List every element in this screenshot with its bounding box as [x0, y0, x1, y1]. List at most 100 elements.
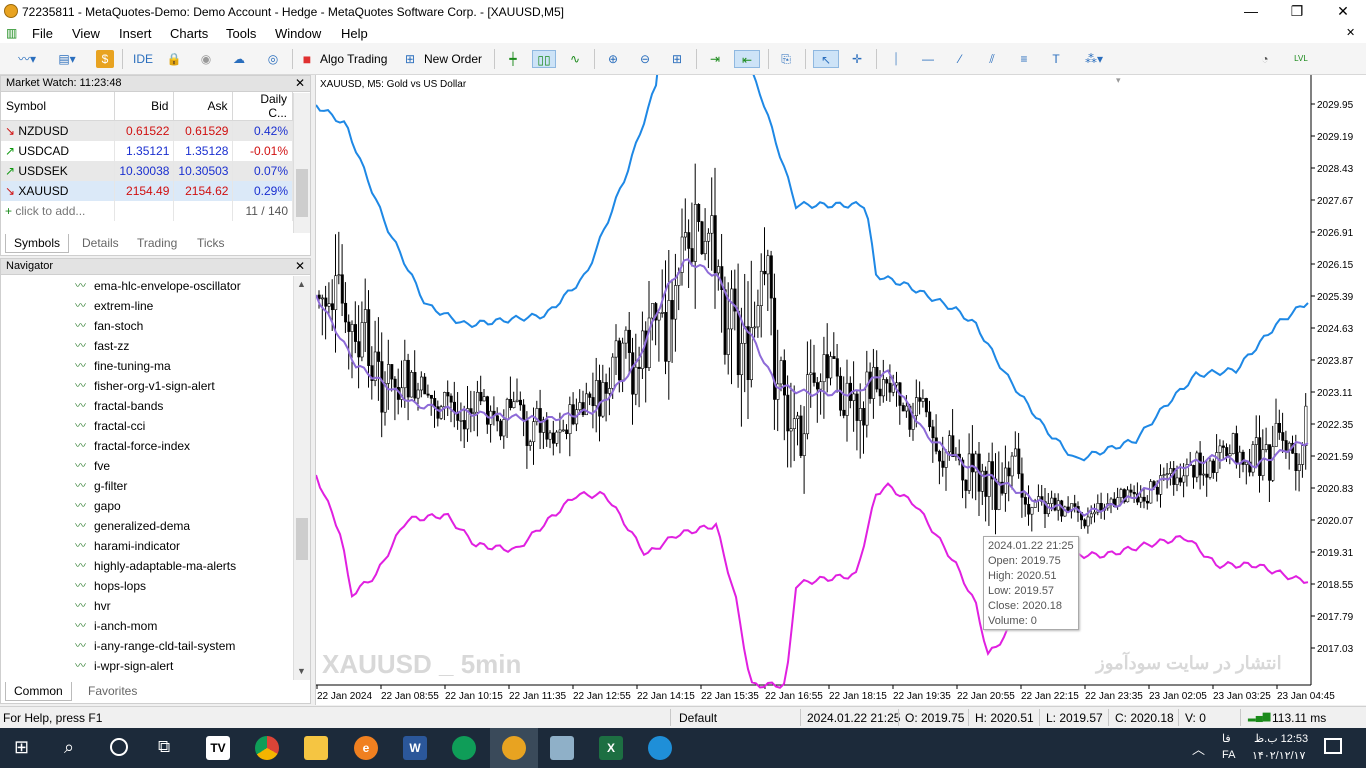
profiles-icon[interactable]: ▤▾: [50, 50, 84, 68]
cloud-icon[interactable]: ☁: [228, 50, 250, 68]
trendline-icon[interactable]: ⁄: [949, 50, 971, 68]
price-chart[interactable]: 2029.95 2029.19 2028.43 2027.67 2026.91 2026.…: [316, 75, 1366, 705]
status-close: C: 2020.18: [1115, 711, 1174, 725]
tab-details[interactable]: Details: [74, 234, 127, 253]
new-order-icon[interactable]: ⊞: [402, 50, 418, 68]
table-row[interactable]: ↘ NZDUSD 0.61522 0.61529 0.42%: [1, 120, 293, 141]
tab-common[interactable]: Common: [5, 682, 72, 701]
col-daily[interactable]: Daily C...: [232, 92, 293, 121]
x-tick-label: 22 Jan 23:35: [1085, 691, 1143, 702]
signal-icon[interactable]: ◉: [196, 50, 216, 68]
svg-text:▾: ▾: [1116, 75, 1121, 85]
browser-e-icon[interactable]: e: [354, 736, 378, 760]
menu-insert[interactable]: Insert: [119, 26, 152, 41]
tray-clock[interactable]: 12:53 ب.ظ: [1254, 732, 1308, 745]
lang-label[interactable]: FA: [1222, 749, 1235, 761]
status-open: O: 2019.75: [905, 711, 965, 725]
chrome-app-icon[interactable]: [452, 736, 476, 760]
candles: [317, 163, 1308, 535]
screenshot-icon[interactable]: ⎘: [775, 50, 797, 68]
indicator-icon: 〰: [75, 500, 86, 512]
minimize-button[interactable]: —: [1228, 0, 1274, 23]
chrome-icon[interactable]: [255, 736, 279, 760]
notification-center-icon[interactable]: [1324, 738, 1342, 754]
text-icon[interactable]: T: [1045, 50, 1067, 68]
indicator-icon: 〰: [75, 440, 86, 452]
menu-window[interactable]: Window: [275, 26, 321, 41]
menu-close-icon[interactable]: ✕: [1346, 26, 1355, 39]
ide-button[interactable]: IDE: [130, 50, 156, 68]
autoscroll-icon[interactable]: ⇥: [703, 50, 727, 68]
col-bid[interactable]: Bid: [114, 92, 175, 121]
col-symbol[interactable]: Symbol: [1, 92, 116, 121]
market-icon[interactable]: $: [96, 50, 114, 68]
search-icon[interactable]: ⌕: [64, 737, 74, 758]
table-row[interactable]: ↘ XAUUSD 2154.49 2154.62 0.29%: [1, 180, 293, 201]
maximize-button[interactable]: ❐: [1274, 0, 1320, 23]
down-arrow-icon: ↘: [5, 123, 16, 138]
cursor-icon[interactable]: ↖: [813, 50, 839, 68]
zoom-out-icon[interactable]: ⊖: [634, 50, 656, 68]
table-row[interactable]: ↗ USDSEK 10.30038 10.30503 0.07%: [1, 160, 293, 181]
windows-start-icon[interactable]: ⊞: [14, 738, 29, 756]
add-symbol-row[interactable]: + click to add... 11 / 140: [1, 200, 293, 221]
metatrader-taskbar-item[interactable]: [490, 728, 538, 768]
vertical-line-icon[interactable]: ⏐: [885, 50, 907, 68]
market-watch-scrollbar[interactable]: [293, 93, 310, 233]
line-chart-icon[interactable]: ∿: [564, 50, 586, 68]
bar-chart-icon[interactable]: ┿: [502, 50, 524, 68]
lang-fa[interactable]: فا: [1222, 732, 1231, 745]
file-explorer-icon[interactable]: [304, 736, 328, 760]
x-tick-label: 22 Jan 20:55: [957, 691, 1015, 702]
navigator-close-icon[interactable]: ✕: [295, 259, 305, 274]
status-ping[interactable]: 113.11 ms: [1272, 711, 1326, 725]
tray-chevron-icon[interactable]: ︿: [1192, 739, 1205, 758]
chart-shift-icon[interactable]: ⇤: [734, 50, 760, 68]
tab-trading[interactable]: Trading: [129, 234, 185, 253]
status-profile[interactable]: Default: [679, 711, 717, 725]
chart-window[interactable]: 2029.95 2029.19 2028.43 2027.67 2026.91 2026.…: [315, 75, 1366, 705]
vps-icon[interactable]: ◎: [262, 50, 284, 68]
cortana-icon[interactable]: [110, 738, 128, 756]
menu-charts[interactable]: Charts: [170, 26, 208, 41]
chart-grid-icon[interactable]: ▥: [6, 26, 17, 40]
x-tick-label: 22 Jan 12:55: [573, 691, 631, 702]
y-tick-label: 2017.79: [1317, 612, 1354, 623]
shop-icon[interactable]: 🔒: [164, 50, 184, 68]
channel-icon[interactable]: ⫽: [981, 50, 1003, 68]
excel-icon[interactable]: X: [599, 736, 623, 760]
tab-symbols[interactable]: Symbols: [5, 234, 70, 253]
market-watch-close-icon[interactable]: ✕: [295, 76, 305, 91]
col-ask[interactable]: Ask: [173, 92, 234, 121]
crosshair-icon[interactable]: ✛: [846, 50, 868, 68]
menu-file[interactable]: File: [32, 26, 53, 41]
edge-icon[interactable]: [648, 736, 672, 760]
navigator-scrollbar[interactable]: ▲ ▼: [293, 276, 310, 680]
notifications-icon[interactable]: ◔: [1254, 50, 1276, 68]
y-tick-label: 2026.91: [1317, 228, 1354, 239]
new-chart-icon[interactable]: 〰▾: [10, 50, 44, 68]
algo-trading-icon[interactable]: ■: [300, 50, 314, 68]
menu-help[interactable]: Help: [341, 26, 368, 41]
notes-icon[interactable]: [550, 736, 574, 760]
new-order-button[interactable]: New Order: [424, 50, 486, 68]
shapes-icon[interactable]: ⁂▾: [1077, 50, 1111, 68]
zoom-in-icon[interactable]: ⊕: [602, 50, 624, 68]
word-icon[interactable]: W: [403, 736, 427, 760]
tile-windows-icon[interactable]: ⊞: [666, 50, 688, 68]
fibonacci-icon[interactable]: ≡: [1013, 50, 1035, 68]
candle-chart-icon[interactable]: ▯▯: [532, 50, 556, 68]
horizontal-line-icon[interactable]: —: [917, 50, 939, 68]
x-tick-label: 22 Jan 15:35: [701, 691, 759, 702]
close-button[interactable]: ✕: [1320, 0, 1366, 23]
tab-ticks[interactable]: Ticks: [189, 234, 233, 253]
indicator-icon: 〰: [75, 560, 86, 572]
table-row[interactable]: ↗ USDCAD 1.35121 1.35128 -0.01%: [1, 140, 293, 161]
menu-view[interactable]: View: [72, 26, 100, 41]
tray-date[interactable]: ۱۴۰۲/۱۲/۱۷: [1252, 749, 1305, 762]
task-view-icon[interactable]: ⧉: [158, 737, 170, 757]
algo-trading-button[interactable]: Algo Trading: [320, 50, 390, 68]
menu-tools[interactable]: Tools: [226, 26, 256, 41]
tab-favorites[interactable]: Favorites: [80, 682, 145, 701]
tradingview-icon[interactable]: TV: [206, 736, 230, 760]
